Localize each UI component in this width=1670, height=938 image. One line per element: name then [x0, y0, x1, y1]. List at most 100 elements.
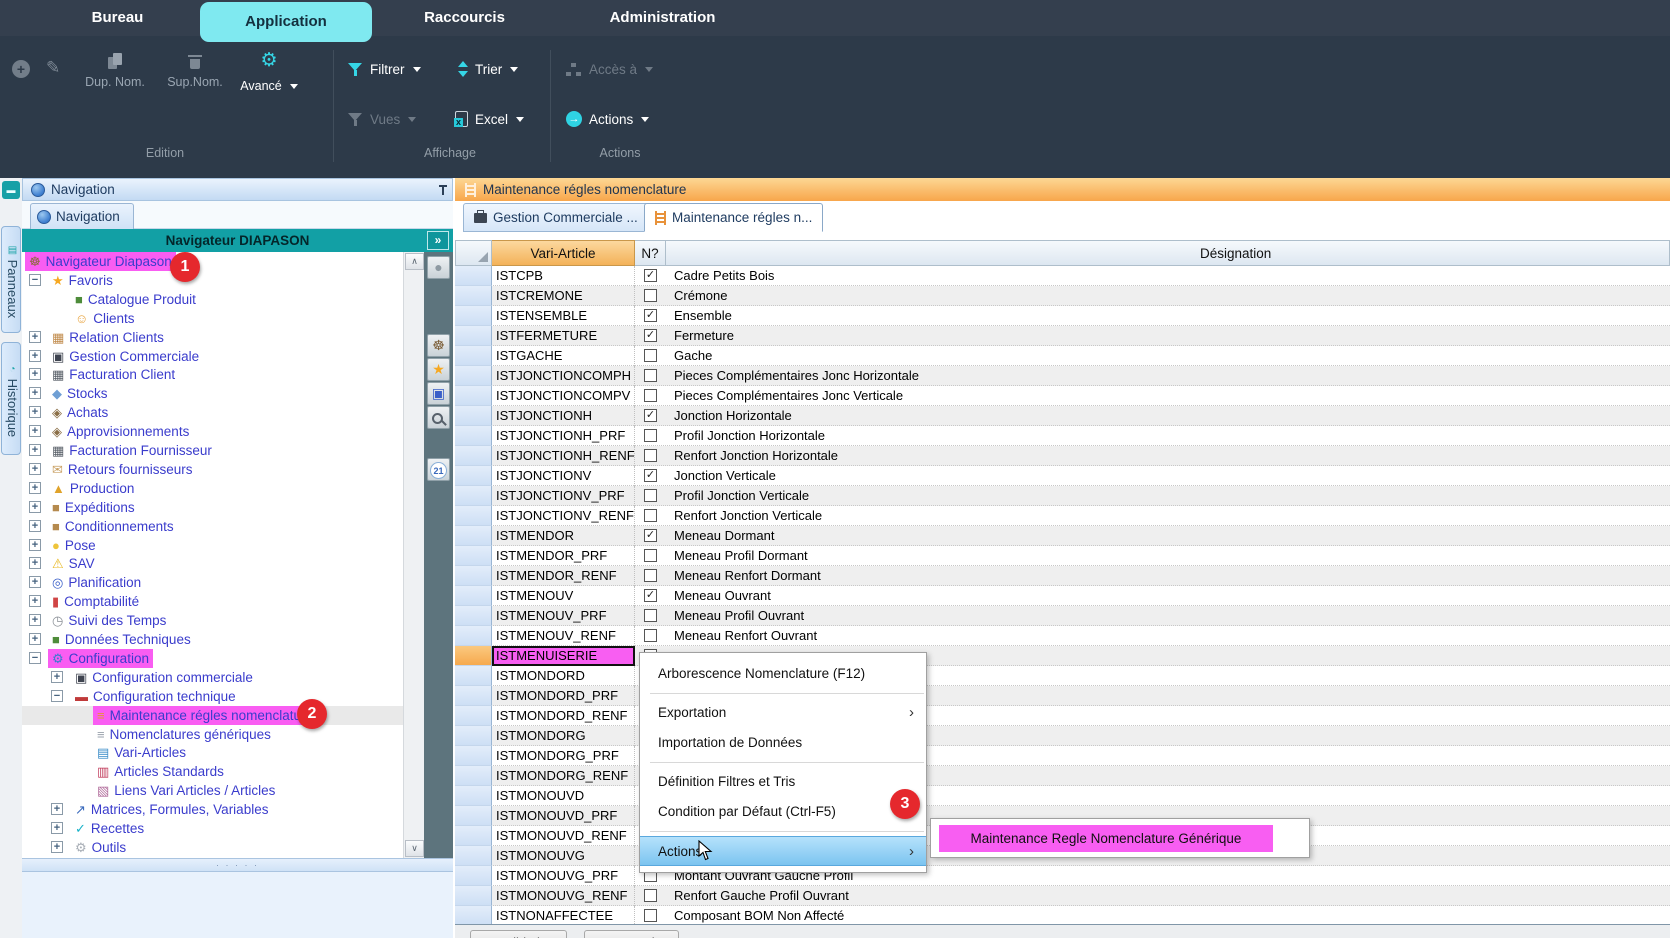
tree-item[interactable]: −⚙Configuration [22, 649, 403, 668]
table-row[interactable]: ISTMONDORG [455, 726, 1670, 746]
vari-article-cell[interactable]: ISTMONOUVD [492, 786, 635, 806]
tree-item[interactable]: −★Favoris [22, 271, 403, 290]
search-icon[interactable] [427, 406, 450, 429]
tree-item[interactable]: +◆Stocks [22, 384, 403, 403]
tree-expander-icon[interactable]: + [29, 368, 41, 380]
table-row[interactable]: ISTMONOUVD [455, 786, 1670, 806]
add-icon[interactable]: + [12, 60, 30, 78]
row-header-cell[interactable] [455, 906, 492, 924]
table-row[interactable]: ISTFERMETURE✓Fermeture [455, 326, 1670, 346]
row-header-cell[interactable] [455, 886, 492, 906]
vues-button[interactable]: Vues [348, 106, 416, 132]
checkbox[interactable] [644, 489, 657, 502]
dup-nom-button[interactable]: Dup. Nom. [78, 52, 152, 91]
checkbox[interactable] [644, 569, 657, 582]
checkbox[interactable] [644, 549, 657, 562]
tab-maintenance-regles[interactable]: Maintenance régles n... [644, 203, 823, 232]
table-row[interactable]: ISTMONDORG_RENF [455, 766, 1670, 786]
vari-article-cell[interactable]: ISTMONDORG_PRF [492, 746, 635, 766]
table-row[interactable]: ISTMONOUVG_PRFMontant Ouvrant Gauche Pro… [455, 866, 1670, 886]
vari-article-cell[interactable]: ISTMONOUVD_RENF [492, 826, 635, 846]
row-header-cell[interactable] [455, 506, 492, 526]
vertical-tab-panneaux[interactable]: ▤ Panneaux [1, 226, 21, 333]
tree-item[interactable]: +↗Matrices, Formules, Variables [22, 800, 403, 819]
tree-item[interactable]: +⚠SAV [22, 554, 403, 573]
row-header-cell[interactable] [455, 446, 492, 466]
annuler-button[interactable]: ✗✗Annuler [584, 930, 679, 938]
trier-button[interactable]: Trier [458, 56, 518, 82]
vari-article-cell[interactable]: ISTCREMONE [492, 286, 635, 306]
tree-expander-icon[interactable]: − [29, 652, 41, 664]
vari-article-cell[interactable]: ISTJONCTIONV_RENF [492, 506, 635, 526]
vari-article-cell[interactable]: ISTMONDORD_PRF [492, 686, 635, 706]
table-row[interactable]: ISTMONDORD [455, 666, 1670, 686]
tree-item[interactable]: +●Pose [22, 536, 403, 555]
vari-article-cell[interactable]: ISTJONCTIONH [492, 406, 635, 426]
menu-item-exportation[interactable]: Exportation› [640, 698, 926, 728]
row-header-cell[interactable] [455, 466, 492, 486]
row-header-cell[interactable] [455, 486, 492, 506]
chevron-down-icon[interactable] [516, 117, 524, 122]
tree-item[interactable]: ≡Maintenance régles nomenclature [22, 706, 403, 725]
vari-article-cell[interactable]: ISTMONDORD_RENF [492, 706, 635, 726]
tree-expander-icon[interactable]: − [51, 690, 63, 702]
tree-expander-icon[interactable]: + [29, 425, 41, 437]
menu-item-condition-par-d-faut-ctrl-f5-[interactable]: Condition par Défaut (Ctrl-F5) [640, 797, 926, 827]
tree-expander-icon[interactable]: + [29, 350, 41, 362]
row-header-cell[interactable] [455, 266, 492, 286]
row-header-cell[interactable] [455, 806, 492, 826]
tree-item[interactable]: +⚙Outils [22, 838, 403, 857]
vari-article-cell[interactable]: ISTJONCTIONV_PRF [492, 486, 635, 506]
vari-article-cell[interactable]: ISTJONCTIONH_RENF [492, 446, 635, 466]
tree-item[interactable]: +✓Recettes [22, 819, 403, 838]
vari-article-cell[interactable]: ISTJONCTIONH_PRF [492, 426, 635, 446]
checkbox[interactable]: ✓ [644, 409, 657, 422]
table-row[interactable]: ISTMENDOR_PRFMeneau Profil Dormant [455, 546, 1670, 566]
vari-article-cell[interactable]: ISTMENOUV_RENF [492, 626, 635, 646]
tree-expander-icon[interactable]: + [51, 841, 63, 853]
tree-item[interactable]: −▬Configuration technique [22, 687, 403, 706]
scroll-up-icon[interactable]: ∧ [405, 253, 424, 270]
tree-expander-icon[interactable]: + [29, 501, 41, 513]
row-header-cell[interactable] [455, 846, 492, 866]
table-row[interactable]: ISTGACHEGache [455, 346, 1670, 366]
table-row[interactable]: ISTMONDORD_RENF [455, 706, 1670, 726]
checkbox[interactable] [644, 509, 657, 522]
checkbox[interactable]: ✓ [644, 269, 657, 282]
column-header-vari-article[interactable]: Vari-Article [492, 240, 635, 266]
table-row[interactable]: ISTMENUISERIE [455, 646, 1670, 666]
vari-article-cell[interactable]: ISTMENDOR [492, 526, 635, 546]
checkbox[interactable]: ✓ [644, 469, 657, 482]
tree-expander-icon[interactable]: + [29, 331, 41, 343]
table-row[interactable]: ISTJONCTIONH_RENFRenfort Jonction Horizo… [455, 446, 1670, 466]
chevron-down-icon[interactable] [641, 117, 649, 122]
row-header-cell[interactable] [455, 646, 492, 666]
row-header-cell[interactable] [455, 786, 492, 806]
tree-item[interactable]: ▤Vari-Articles [22, 743, 403, 762]
table-corner-cell[interactable] [455, 240, 492, 266]
vari-article-cell[interactable]: ISTMENDOR_PRF [492, 546, 635, 566]
ship-wheel-icon[interactable]: ☸ [427, 334, 450, 357]
checkbox[interactable] [644, 889, 657, 902]
tree-expander-icon[interactable]: + [51, 822, 63, 834]
sup-nom-button[interactable]: Sup.Nom. [158, 52, 232, 91]
menu-tab-bureau[interactable]: Bureau [60, 0, 175, 36]
table-row[interactable]: ISTJONCTIONV✓Jonction Verticale [455, 466, 1670, 486]
vari-article-cell[interactable]: ISTGACHE [492, 346, 635, 366]
row-header-cell[interactable] [455, 546, 492, 566]
checkbox[interactable] [644, 609, 657, 622]
table-row[interactable]: ISTJONCTIONV_PRFProfil Jonction Vertical… [455, 486, 1670, 506]
row-header-cell[interactable] [455, 286, 492, 306]
tree-item[interactable]: +◎Planification [22, 573, 403, 592]
pin-icon[interactable] [438, 184, 448, 198]
checkbox[interactable] [644, 369, 657, 382]
tree-expander-icon[interactable]: + [29, 406, 41, 418]
checkbox[interactable] [644, 389, 657, 402]
row-header-cell[interactable] [455, 326, 492, 346]
submenu-item-maintenance-regle[interactable]: Maintenance Regle Nomenclature Générique [939, 825, 1273, 852]
tree-item[interactable]: +▦Relation Clients [22, 328, 403, 347]
checkbox[interactable]: ✓ [644, 529, 657, 542]
checkbox[interactable] [644, 429, 657, 442]
tree-item[interactable]: +◈Achats [22, 403, 403, 422]
tab-navigation[interactable]: Navigation [30, 203, 134, 229]
